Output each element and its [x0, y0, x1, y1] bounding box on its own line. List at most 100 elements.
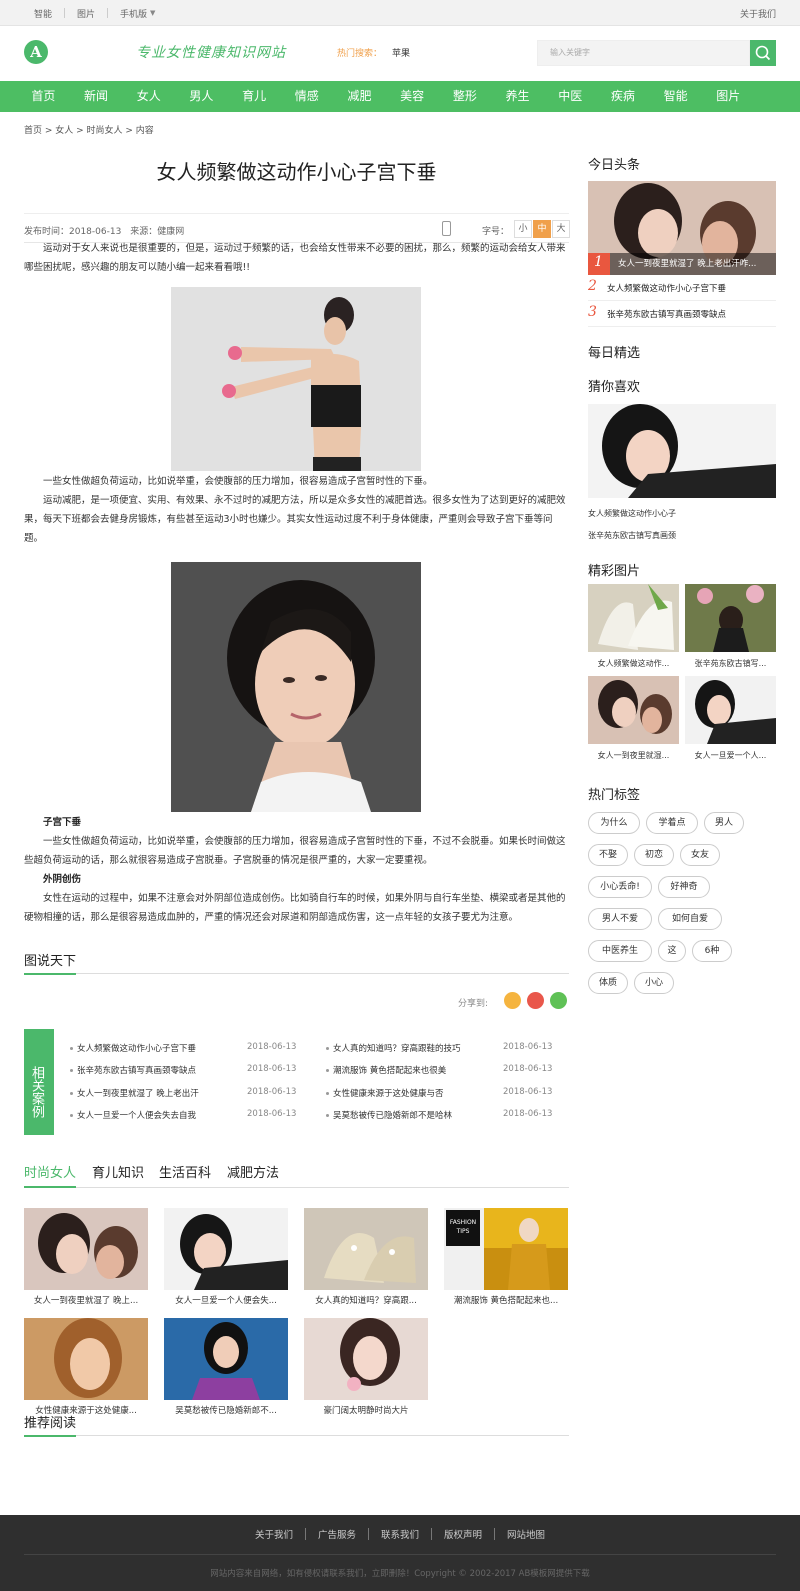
tag-pill[interactable]: 好神奇 — [658, 876, 710, 898]
font-large-button[interactable]: 大 — [552, 220, 570, 238]
nav-item-wellness[interactable]: 养生 — [491, 81, 544, 112]
rank-item[interactable]: 张辛苑东欧古镇写真画颈零缺点 — [607, 308, 726, 320]
top-link-mobile[interactable]: 手机版 — [120, 7, 147, 20]
tab-parenting[interactable]: 育儿知识 — [92, 1162, 144, 1181]
tag-pill[interactable]: 不娶 — [588, 844, 628, 866]
tag-pill[interactable]: 如何自爱 — [658, 908, 722, 930]
rank-number: 1 — [594, 254, 603, 270]
related-date: 2018-06-13 — [503, 1042, 553, 1052]
dumbbell-woman-photo — [171, 287, 421, 471]
footer-link-about[interactable]: 关于我们 — [255, 1527, 293, 1541]
site-header: A 专业女性健康知识网站 热门搜索： 苹果 输入关键字 — [0, 26, 800, 81]
site-slogan: 专业女性健康知识网站 — [136, 45, 286, 61]
related-link[interactable]: 吴莫愁被传已隐婚新郎不是哈林 — [333, 1109, 452, 1121]
nav-item-women[interactable]: 女人 — [122, 81, 175, 112]
nav-item-tcm[interactable]: 中医 — [544, 81, 597, 112]
nav-item-smart[interactable]: 智能 — [649, 81, 702, 112]
related-link[interactable]: 女人一到夜里就湿了 晚上老出汗 — [77, 1087, 199, 1099]
gallery-thumb[interactable] — [304, 1318, 428, 1400]
tag-pill[interactable]: 男人 — [704, 812, 744, 834]
related-link[interactable]: 女人真的知道吗？穿高跟鞋的技巧 — [333, 1042, 461, 1054]
tag-pill[interactable]: 小心丢命! — [588, 876, 652, 898]
headline-caption[interactable]: 女人一到夜里就湿了 晚上老出汗咋... — [618, 257, 756, 269]
publish-info: 发布时间：2018-06-13 来源：健康网 — [24, 227, 185, 237]
tag-pill[interactable]: 中医养生 — [588, 940, 652, 962]
rank-number: 2 — [588, 278, 597, 294]
copyright-text: 网站内容来自网络，如有侵权请联系我们，立即删除！Copyright © 2002… — [210, 1569, 590, 1579]
guess-item[interactable]: 张辛苑东欧古镇写真画颈 — [588, 530, 676, 541]
search-input[interactable]: 输入关键字 — [537, 40, 750, 66]
related-link[interactable]: 潮流服饰 黄色搭配起来也很美 — [333, 1064, 446, 1076]
tab-fashion-women[interactable]: 时尚女人 — [24, 1162, 77, 1188]
footer-link-contact[interactable]: 联系我们 — [381, 1527, 419, 1541]
breadcrumb[interactable]: 首页 > 女人 > 时尚女人 > 内容 — [24, 123, 154, 136]
gallery-thumb[interactable] — [304, 1208, 428, 1290]
tag-pill[interactable]: 初恋 — [634, 844, 674, 866]
top-link-pictures[interactable]: 图片 — [77, 7, 95, 20]
featured-caption[interactable]: 女人一到夜里就湿... — [588, 750, 679, 761]
featured-photo[interactable] — [685, 584, 776, 652]
article-paragraph: 运动减肥，是一项便宜、实用、有效果、永不过时的减肥方法，所以是众多女性的减肥首选… — [24, 495, 566, 544]
footer-link-ads[interactable]: 广告服务 — [318, 1527, 356, 1541]
nav-item-emotion[interactable]: 情感 — [280, 81, 333, 112]
gallery-caption[interactable]: 女人一旦爱一个人便会失... — [164, 1294, 288, 1306]
tag-pill[interactable]: 6种 — [692, 940, 732, 962]
sidebar-title: 今日头条 — [588, 158, 641, 173]
nav-item-home[interactable]: 首页 — [17, 81, 70, 112]
rank-item[interactable]: 女人频繁做这动作小心子宫下垂 — [607, 282, 726, 294]
main-nav: 首页 新闻 女人 男人 育儿 情感 减肥 美容 整形 养生 中医 疾病 智能 图… — [0, 81, 800, 112]
search-button[interactable] — [750, 40, 776, 66]
featured-caption[interactable]: 女人一旦爱一个人... — [685, 750, 776, 761]
gallery-thumb[interactable] — [164, 1208, 288, 1290]
related-link[interactable]: 女人频繁做这动作小心子宫下垂 — [77, 1042, 196, 1054]
featured-photo[interactable] — [685, 676, 776, 744]
gallery-caption[interactable]: 女人真的知道吗？穿高跟... — [304, 1294, 428, 1306]
guess-item[interactable]: 女人频繁做这动作小心子 — [588, 508, 676, 519]
tag-pill[interactable]: 为什么 — [588, 812, 640, 834]
tag-pill[interactable]: 学着点 — [646, 812, 698, 834]
nav-item-news[interactable]: 新闻 — [70, 81, 123, 112]
tag-pill[interactable]: 这 — [658, 940, 686, 962]
article-paragraph: 女性在运动的过程中，如果不注意会对外阴部位造成创伤。比如骑自行车的时候，如果外阴… — [24, 893, 566, 923]
nav-item-disease[interactable]: 疾病 — [597, 81, 650, 112]
font-medium-button[interactable]: 中 — [533, 220, 551, 238]
nav-item-men[interactable]: 男人 — [175, 81, 228, 112]
gallery-caption[interactable]: 潮流服饰 黄色搭配起来也... — [444, 1294, 568, 1306]
divider — [588, 326, 776, 327]
nav-item-pictures[interactable]: 图片 — [702, 81, 755, 112]
tag-pill[interactable]: 小心 — [634, 972, 674, 994]
gallery-thumb[interactable] — [24, 1208, 148, 1290]
about-us-link[interactable]: 关于我们 — [740, 7, 776, 20]
related-link[interactable]: 张辛苑东欧古镇写真画颈零缺点 — [77, 1064, 196, 1076]
font-small-button[interactable]: 小 — [514, 220, 532, 238]
weibo-share-icon[interactable] — [527, 992, 544, 1009]
top-link-smart[interactable]: 智能 — [34, 7, 52, 20]
gallery-thumb[interactable] — [164, 1318, 288, 1400]
nav-item-plastic[interactable]: 整形 — [439, 81, 492, 112]
tag-pill[interactable]: 女友 — [680, 844, 720, 866]
featured-photo[interactable] — [588, 584, 679, 652]
footer-link-copyright[interactable]: 版权声明 — [444, 1527, 482, 1541]
tag-pill[interactable]: 男人不爱 — [588, 908, 652, 930]
featured-photo[interactable] — [588, 676, 679, 744]
footer-link-sitemap[interactable]: 网站地图 — [507, 1527, 545, 1541]
related-link[interactable]: 女性健康来源于这处健康与否 — [333, 1087, 444, 1099]
related-link[interactable]: 女人一旦爱一个人便会失去自我 — [77, 1109, 196, 1121]
section-title: 图说天下 — [24, 950, 77, 975]
guess-photo[interactable] — [588, 404, 776, 498]
nav-item-parenting[interactable]: 育儿 — [228, 81, 281, 112]
featured-caption[interactable]: 张辛苑东欧古镇写... — [685, 658, 776, 669]
site-logo[interactable]: A — [24, 40, 48, 64]
nav-item-diet[interactable]: 减肥 — [333, 81, 386, 112]
tab-diet[interactable]: 减肥方法 — [227, 1162, 279, 1181]
tag-pill[interactable]: 体质 — [588, 972, 628, 994]
mobile-icon[interactable] — [442, 221, 451, 236]
nav-item-beauty[interactable]: 美容 — [386, 81, 439, 112]
tab-life[interactable]: 生活百科 — [159, 1162, 211, 1181]
hot-search-keyword[interactable]: 苹果 — [392, 46, 410, 59]
qzone-share-icon[interactable] — [504, 992, 521, 1009]
gallery-caption[interactable]: 女人一到夜里就湿了 晚上... — [24, 1294, 148, 1306]
gallery-thumb[interactable] — [24, 1318, 148, 1400]
featured-caption[interactable]: 女人频繁做这动作... — [588, 658, 679, 669]
wechat-share-icon[interactable] — [550, 992, 567, 1009]
